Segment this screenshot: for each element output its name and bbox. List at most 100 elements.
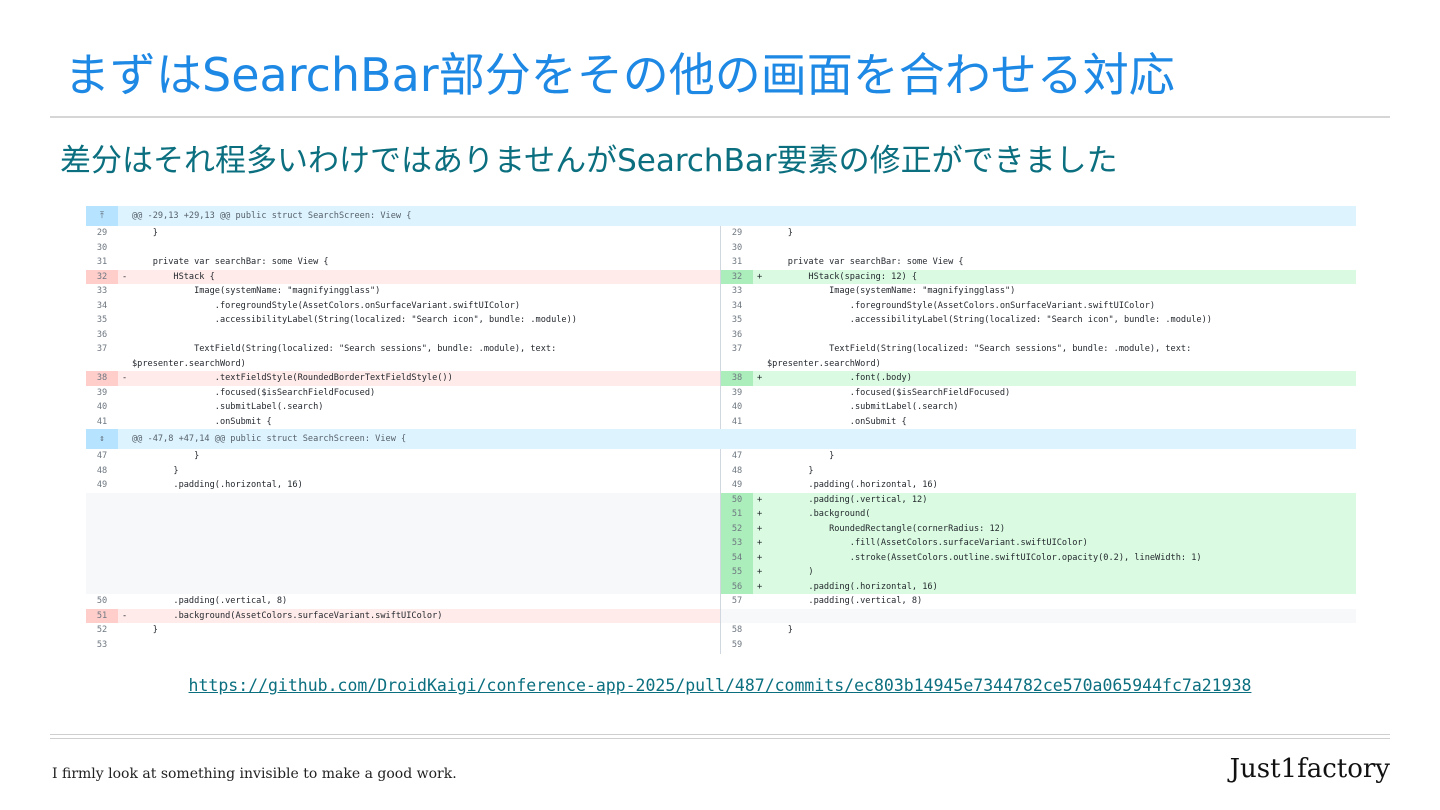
diff-line: 34 .foregroundStyle(AssetColors.onSurfac…: [86, 299, 720, 314]
line-number[interactable]: 48: [86, 464, 118, 479]
code-text: .font(.body): [767, 373, 912, 383]
diff-sign: +: [757, 494, 763, 505]
line-number[interactable]: 51: [721, 507, 753, 522]
line-number[interactable]: 33: [86, 284, 118, 299]
diff-line: $presenter.searchWord): [721, 357, 1356, 372]
diff-line: 37 TextField(String(localized: "Search s…: [721, 342, 1356, 357]
code-text: TextField(String(localized: "Search sess…: [132, 344, 557, 354]
code-text: .accessibilityLabel(String(localized: "S…: [132, 315, 577, 325]
line-number[interactable]: 34: [721, 299, 753, 314]
diff-line: 57 .padding(.vertical, 8): [721, 594, 1356, 609]
line-number[interactable]: 31: [721, 255, 753, 270]
line-number[interactable]: 35: [721, 313, 753, 328]
code-diff-view: 29 } 30 31 private var searchBar: some Vie…: [86, 206, 1356, 654]
line-number[interactable]: 32: [721, 269, 753, 284]
line-number[interactable]: 47: [86, 449, 118, 464]
code-text: .foregroundStyle(AssetColors.onSurfaceVa…: [767, 300, 1156, 311]
slide-subtitle: 差分はそれ程多いわけではありませんがSearchBar要素の修正ができました: [60, 143, 1118, 179]
line-number[interactable]: 30: [86, 241, 118, 256]
empty-placeholder-block: [86, 492, 720, 594]
line-number[interactable]: 39: [86, 386, 118, 401]
diff-sign: +: [757, 523, 763, 534]
diff-line: 39 .focused($isSearchFieldFocused): [86, 386, 720, 401]
line-number[interactable]: 38: [721, 371, 753, 386]
footer-tagline: I firmly look at something invisible to …: [52, 766, 457, 782]
diff-sign: -: [122, 610, 128, 621]
diff-line: 29 }: [721, 226, 1356, 241]
code-text: .stroke(AssetColors.outline.swiftUIColor…: [767, 552, 1202, 563]
line-number[interactable]: 36: [721, 328, 753, 343]
line-number[interactable]: 50: [86, 594, 118, 609]
line-number[interactable]: 31: [86, 255, 118, 270]
diff-line: 53: [86, 638, 720, 653]
code-text: HStack {: [132, 271, 215, 282]
diff-line: 48 }: [86, 464, 720, 479]
code-text: .padding(.horizontal, 16): [132, 480, 303, 490]
hunk-header-text: @@ -47,8 +47,14 @@ public struct SearchS…: [132, 434, 407, 444]
line-number[interactable]: 49: [721, 478, 753, 493]
diff-line: 52 }: [86, 623, 720, 638]
line-number[interactable]: 55: [721, 565, 753, 580]
line-number[interactable]: 53: [86, 638, 118, 653]
code-text: ): [767, 567, 814, 577]
line-number[interactable]: 41: [86, 415, 118, 430]
line-number[interactable]: 39: [721, 386, 753, 401]
line-number[interactable]: 51: [86, 608, 118, 623]
expand-up-icon[interactable]: ⤒: [86, 206, 118, 226]
line-number[interactable]: 32: [86, 269, 118, 284]
line-number[interactable]: 53: [721, 536, 753, 551]
line-number[interactable]: 57: [721, 594, 753, 609]
code-text: .focused($isSearchFieldFocused): [767, 387, 1011, 398]
code-text: }: [767, 451, 835, 461]
brand-logo: Just1factory: [1229, 754, 1390, 784]
line-number[interactable]: 29: [86, 226, 118, 241]
line-number[interactable]: 40: [721, 400, 753, 415]
code-text: private var searchBar: some View {: [132, 257, 329, 267]
hunk-header: ⤒ @@ -29,13 +29,13 @@ public struct Sear…: [86, 206, 1356, 226]
code-text: .padding(.vertical, 12): [767, 494, 928, 505]
hunk-header-text: @@ -29,13 +29,13 @@ public struct Search…: [132, 211, 412, 221]
code-text: HStack(spacing: 12) {: [767, 271, 918, 282]
expand-both-icon[interactable]: ⇕: [86, 429, 118, 449]
line-number[interactable]: 38: [86, 371, 118, 386]
line-number[interactable]: 34: [86, 299, 118, 314]
diff-line: 56 + .padding(.horizontal, 16): [721, 579, 1356, 594]
line-number[interactable]: 52: [721, 521, 753, 536]
code-text: .fill(AssetColors.surfaceVariant.swiftUI…: [767, 538, 1088, 548]
diff-line: 41 .onSubmit {: [721, 415, 1356, 430]
diff-line: 53 + .fill(AssetColors.surfaceVariant.swi…: [721, 536, 1356, 551]
line-number[interactable]: 49: [86, 478, 118, 493]
line-number[interactable]: 48: [721, 464, 753, 479]
diff-line: 55 + ): [721, 565, 1356, 580]
footer-divider: [50, 738, 1390, 739]
line-number[interactable]: 52: [86, 623, 118, 638]
line-number[interactable]: 35: [86, 313, 118, 328]
diff-line: 49 .padding(.horizontal, 16): [721, 478, 1356, 493]
line-number[interactable]: 37: [721, 342, 753, 357]
line-number[interactable]: 47: [721, 449, 753, 464]
diff-line: 37 TextField(String(localized: "Search s…: [86, 342, 720, 357]
diff-sign: +: [757, 538, 763, 548]
code-text: }: [767, 625, 793, 635]
line-number[interactable]: 56: [721, 579, 753, 594]
line-number[interactable]: 41: [721, 415, 753, 430]
line-number[interactable]: 29: [721, 226, 753, 241]
diff-line: 51- .background(AssetColors.surfaceVaria…: [86, 608, 720, 623]
slide-title: まずはSearchBar部分をその他の画面を合わせる対応: [64, 48, 1175, 102]
line-number[interactable]: 37: [86, 342, 118, 357]
line-number[interactable]: 33: [721, 284, 753, 299]
code-text: }: [132, 451, 200, 461]
diff-line: 40 .submitLabel(.search): [86, 400, 720, 415]
diff-sign: +: [757, 581, 763, 592]
line-number[interactable]: 59: [721, 638, 753, 653]
line-number[interactable]: 36: [86, 328, 118, 343]
line-number[interactable]: 50: [721, 492, 753, 507]
line-number[interactable]: 30: [721, 241, 753, 256]
line-number[interactable]: 58: [721, 623, 753, 638]
line-number[interactable]: 54: [721, 550, 753, 565]
line-number[interactable]: 40: [86, 400, 118, 415]
commit-link[interactable]: https://github.com/DroidKaigi/conference…: [0, 676, 1440, 695]
code-text: .foregroundStyle(AssetColors.onSurfaceVa…: [132, 300, 521, 311]
code-text: .padding(.horizontal, 16): [767, 480, 938, 490]
diff-line: 36: [86, 328, 720, 343]
